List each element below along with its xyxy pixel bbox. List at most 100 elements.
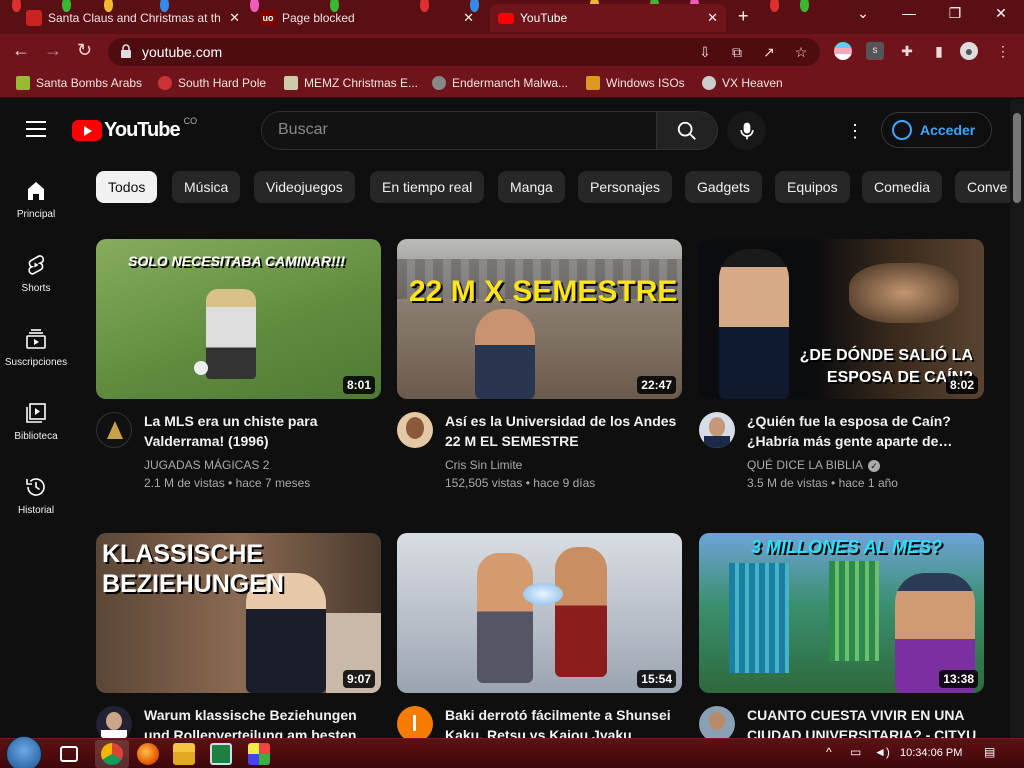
chip-personajes[interactable]: Personajes bbox=[578, 171, 673, 203]
chip-manga[interactable]: Manga bbox=[498, 171, 565, 203]
video-card[interactable]: 22 M X SEMESTRE 22:47 Así es la Universi… bbox=[397, 239, 682, 514]
video-thumbnail[interactable]: ¿DE DÓNDE SALIÓ LA ESPOSA DE CAÍN? 8:02 bbox=[699, 239, 984, 399]
chip-comedia[interactable]: Comedia bbox=[862, 171, 943, 203]
close-icon[interactable]: ✕ bbox=[229, 10, 240, 26]
bookmark-label: VX Heaven bbox=[722, 76, 783, 90]
page-scrollbar[interactable] bbox=[1010, 99, 1024, 739]
video-thumbnail[interactable]: 22 M X SEMESTRE 22:47 bbox=[397, 239, 682, 399]
video-title[interactable]: CUANTO CUESTA VIVIR EN UNA CIUDAD UNIVER… bbox=[747, 705, 979, 739]
video-title[interactable]: Baki derrotó fácilmente a Shunsei Kaku, … bbox=[445, 705, 677, 739]
bookmark-item[interactable]: Santa Bombs Arabs bbox=[16, 76, 142, 90]
chip-en-tiempo-real[interactable]: En tiempo real bbox=[370, 171, 485, 203]
video-thumbnail[interactable]: SOLO NECESITABA CAMINAR!!! 8:01 bbox=[96, 239, 381, 399]
start-button[interactable] bbox=[6, 736, 42, 768]
signin-button[interactable]: Acceder bbox=[881, 112, 992, 148]
video-thumbnail[interactable]: KLASSISCHE BEZIEHUNGEN 9:07 bbox=[96, 533, 381, 693]
sidepanel-icon[interactable]: ▮ bbox=[930, 42, 948, 60]
channel-avatar[interactable] bbox=[96, 412, 132, 448]
extensions-puzzle-icon[interactable]: ✚ bbox=[898, 42, 916, 60]
close-icon[interactable]: ✕ bbox=[707, 10, 718, 26]
sidebar-item-shorts[interactable]: Shorts bbox=[0, 235, 72, 309]
chip-conve[interactable]: Conve bbox=[955, 171, 1010, 203]
ublock-favicon-icon: uo bbox=[260, 10, 276, 26]
reload-button[interactable]: ↻ bbox=[77, 40, 92, 61]
settings-menu-icon[interactable]: ⋮ bbox=[846, 121, 864, 141]
video-card[interactable]: 3 MILLONES AL MES? 13:38 CUANTO CUESTA V… bbox=[699, 533, 984, 739]
network-icon[interactable]: ▭ bbox=[850, 745, 861, 759]
file-explorer-icon[interactable] bbox=[173, 743, 195, 765]
extension-flag-icon[interactable] bbox=[834, 42, 852, 60]
channel-avatar[interactable] bbox=[397, 412, 433, 448]
extension-s-icon[interactable]: s bbox=[866, 42, 884, 60]
taskbar-clock[interactable]: 10:34:06 PM bbox=[900, 747, 962, 759]
channel-avatar[interactable] bbox=[397, 706, 433, 739]
address-bar[interactable]: youtube.com ⇩ ⧉ ↗ ☆ bbox=[108, 38, 820, 66]
tab-santa[interactable]: Santa Claus and Christmas at the ✕ bbox=[18, 4, 248, 32]
chip-todos[interactable]: Todos bbox=[96, 171, 158, 203]
bookmark-item[interactable]: South Hard Pole bbox=[158, 76, 266, 90]
control-panel-icon[interactable] bbox=[248, 743, 270, 765]
tab-search-button[interactable]: ⌄ bbox=[848, 5, 878, 22]
close-icon[interactable]: ✕ bbox=[463, 10, 474, 26]
sidebar-item-biblioteca[interactable]: Biblioteca bbox=[0, 383, 72, 457]
youtube-logo[interactable]: YouTube CO bbox=[72, 116, 197, 142]
notifications-icon[interactable]: ▤ bbox=[984, 745, 995, 759]
search-button[interactable] bbox=[656, 111, 718, 150]
channel-avatar[interactable] bbox=[699, 706, 735, 739]
app-icon[interactable] bbox=[210, 743, 232, 765]
share-icon[interactable]: ↗ bbox=[760, 43, 778, 61]
video-title[interactable]: Warum klassische Beziehungen und Rollenv… bbox=[144, 705, 376, 739]
sidebar-item-suscripciones[interactable]: Suscripciones bbox=[0, 309, 72, 383]
channel-name[interactable]: QUÉ DICE LA BIBLIA ✓ bbox=[747, 458, 881, 472]
bookmark-favicon-icon bbox=[702, 76, 716, 90]
video-duration: 8:01 bbox=[342, 376, 375, 394]
bookmark-item[interactable]: Windows ISOs bbox=[586, 76, 685, 90]
channel-avatar[interactable] bbox=[699, 412, 735, 448]
channel-name[interactable]: JUGADAS MÁGICAS 2 bbox=[144, 458, 269, 472]
video-thumbnail[interactable]: 3 MILLONES AL MES? 13:38 bbox=[699, 533, 984, 693]
firefox-icon[interactable] bbox=[137, 743, 159, 765]
chip-gadgets[interactable]: Gadgets bbox=[685, 171, 762, 203]
voice-search-button[interactable] bbox=[727, 111, 766, 150]
video-title[interactable]: ¿Quién fue la esposa de Caín? ¿Habría má… bbox=[747, 411, 979, 451]
chip-musica[interactable]: Música bbox=[172, 171, 241, 203]
channel-name[interactable]: Cris Sin Limite bbox=[445, 458, 522, 472]
bookmark-item[interactable]: Endermanch Malwa... bbox=[432, 76, 568, 90]
volume-icon[interactable]: ◄) bbox=[874, 745, 890, 759]
close-window-button[interactable]: ✕ bbox=[986, 5, 1016, 22]
view-count: 3.5 M de vistas bbox=[747, 476, 828, 490]
back-button[interactable]: ← bbox=[12, 40, 30, 61]
sidebar-item-historial[interactable]: Historial bbox=[0, 457, 72, 531]
search-input[interactable] bbox=[278, 121, 638, 139]
tray-chevron-icon[interactable]: ^ bbox=[826, 745, 832, 759]
hamburger-menu-icon[interactable] bbox=[26, 121, 46, 137]
video-card[interactable]: ¿DE DÓNDE SALIÓ LA ESPOSA DE CAÍN? 8:02 … bbox=[699, 239, 984, 514]
bookmark-item[interactable]: VX Heaven bbox=[702, 76, 783, 90]
chrome-icon[interactable] bbox=[101, 743, 123, 765]
channel-avatar[interactable] bbox=[96, 706, 132, 739]
bookmark-item[interactable]: MEMZ Christmas E... bbox=[284, 76, 418, 90]
tab-youtube[interactable]: YouTube ✕ bbox=[490, 4, 726, 32]
new-tab-button[interactable]: + bbox=[738, 6, 749, 27]
video-title[interactable]: Así es la Universidad de los Andes 22 M … bbox=[445, 411, 677, 451]
windows-taskbar: ^ ▭ ◄) 10:34:06 PM ▤ bbox=[0, 736, 1024, 768]
video-title[interactable]: La MLS era un chiste para Valderrama! (1… bbox=[144, 411, 376, 451]
scrollbar-thumb[interactable] bbox=[1013, 113, 1021, 203]
bookmark-star-icon[interactable]: ☆ bbox=[792, 43, 810, 61]
video-card[interactable]: SOLO NECESITABA CAMINAR!!! 8:01 La MLS e… bbox=[96, 239, 381, 514]
translate-icon[interactable]: ⧉ bbox=[728, 43, 746, 61]
video-card[interactable]: 15:54 Baki derrotó fácilmente a Shunsei … bbox=[397, 533, 682, 739]
tab-page-blocked[interactable]: uo Page blocked ✕ bbox=[252, 4, 482, 32]
video-card[interactable]: KLASSISCHE BEZIEHUNGEN 9:07 Warum klassi… bbox=[96, 533, 381, 739]
chip-videojuegos[interactable]: Videojuegos bbox=[254, 171, 355, 203]
restore-button[interactable]: ❐ bbox=[940, 5, 970, 22]
chip-equipos[interactable]: Equipos bbox=[775, 171, 850, 203]
profile-avatar-icon[interactable]: ● bbox=[960, 42, 978, 60]
install-icon[interactable]: ⇩ bbox=[696, 43, 714, 61]
video-thumbnail[interactable]: 15:54 bbox=[397, 533, 682, 693]
sidebar-item-principal[interactable]: Principal bbox=[0, 161, 72, 235]
forward-button[interactable]: → bbox=[44, 40, 62, 61]
browser-menu-icon[interactable]: ⋮ bbox=[994, 42, 1012, 60]
task-view-icon[interactable] bbox=[60, 746, 78, 762]
minimize-button[interactable]: — bbox=[894, 5, 924, 21]
